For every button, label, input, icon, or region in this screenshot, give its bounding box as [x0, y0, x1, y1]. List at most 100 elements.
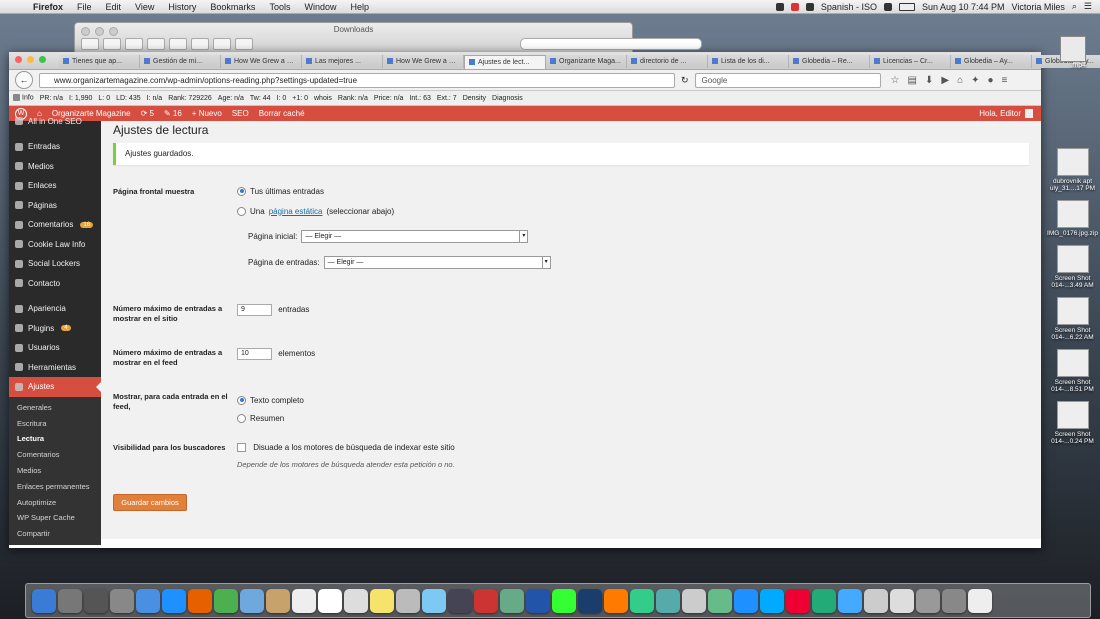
close-icon[interactable]: [15, 56, 22, 63]
sidebar-item-ajustes[interactable]: Ajustes: [9, 377, 101, 397]
seo-info[interactable]: Info: [13, 94, 34, 102]
desktop-file-icon[interactable]: [1060, 36, 1086, 62]
clear-cache-link[interactable]: Borrar caché: [259, 109, 305, 118]
dreamweaver-icon[interactable]: [552, 588, 576, 613]
app-store-icon[interactable]: [136, 588, 160, 613]
battery-icon[interactable]: [898, 2, 915, 11]
menu-app[interactable]: Firefox: [26, 2, 70, 12]
sidebar-item-enlaces[interactable]: Enlaces: [9, 176, 101, 196]
xcode-icon[interactable]: [526, 588, 550, 613]
radio-button-checked[interactable]: [237, 395, 246, 405]
photo-booth-icon[interactable]: [474, 588, 498, 613]
posts-page-select[interactable]: — Elegir — ▾: [323, 256, 551, 269]
submenu-item-enlaces-permanentes[interactable]: Enlaces permanentes: [9, 478, 101, 494]
illustrator-icon[interactable]: [604, 588, 628, 613]
home-icon[interactable]: ⌂: [957, 75, 963, 86]
updates-item[interactable]: ⟳ 5: [141, 109, 154, 118]
menu-history[interactable]: History: [161, 2, 203, 12]
radio-latest-posts[interactable]: Tus últimas entradas: [237, 183, 1029, 199]
addon-icon[interactable]: ✦: [971, 75, 979, 86]
sidebar-item-aioseo[interactable]: All in One SEO: [9, 117, 101, 129]
sidebar-item-plugins[interactable]: Plugins 4: [9, 319, 101, 339]
seo-int[interactable]: Int.: 63: [409, 95, 430, 102]
network-icon[interactable]: [838, 588, 862, 613]
seo-pr[interactable]: PR: n/a: [40, 95, 63, 102]
word-icon[interactable]: [708, 588, 732, 613]
radio-button[interactable]: [237, 413, 246, 423]
column-view-icon[interactable]: [169, 38, 187, 50]
messages-icon[interactable]: [422, 588, 446, 613]
photos-icon[interactable]: [396, 588, 420, 613]
facetime-icon[interactable]: [448, 588, 472, 613]
submenu-item-generales[interactable]: Generales: [9, 400, 101, 416]
back-icon[interactable]: [81, 38, 99, 50]
radio-button-checked[interactable]: [237, 186, 246, 196]
back-button[interactable]: ←: [15, 71, 33, 89]
sidebar-item-social-lockers[interactable]: Social Lockers: [9, 254, 101, 274]
submenu-item-escritura[interactable]: Escritura: [9, 415, 101, 431]
sidebar-item-medios[interactable]: Medios: [9, 157, 101, 177]
iphoto-icon[interactable]: [500, 588, 524, 613]
photoshop-icon[interactable]: [578, 588, 602, 613]
feed-items-input[interactable]: 10: [237, 348, 272, 360]
notification-center-icon[interactable]: ☰: [1084, 1, 1092, 12]
menu-window[interactable]: Window: [297, 2, 343, 12]
clock[interactable]: Sun Aug 10 7:44 PM: [922, 2, 1005, 12]
sidebar-item-herramientas[interactable]: Herramientas: [9, 358, 101, 378]
tab[interactable]: Gestión de mi...: [140, 55, 221, 68]
posts-per-page-input[interactable]: 9: [237, 304, 272, 316]
sidebar-item-páginas[interactable]: Páginas: [9, 196, 101, 216]
discourage-search-checkbox-row[interactable]: Disuade a los motores de búsqueda de ind…: [237, 443, 1029, 453]
menu-icon[interactable]: ≡: [1002, 75, 1008, 86]
outlook-icon[interactable]: [786, 588, 810, 613]
youtube-icon[interactable]: ▶: [941, 75, 949, 86]
bookmark-star-icon[interactable]: ☆: [891, 75, 900, 86]
seo-in[interactable]: I: n/a: [147, 95, 163, 102]
search-bar[interactable]: Google: [694, 72, 881, 88]
desktop-item[interactable]: dubrovnik apt uly_31....17 PM: [1045, 148, 1100, 192]
desktop-item[interactable]: Screen Shot 014-...3.49 AM: [1045, 245, 1100, 289]
discourage-search-checkbox[interactable]: [237, 443, 246, 453]
utilities-icon[interactable]: [864, 588, 888, 613]
screen-sharing-icon[interactable]: [916, 588, 940, 613]
radio-static-page[interactable]: Una página estática (seleccionar abajo): [237, 203, 1029, 219]
sidebar-item-apariencia[interactable]: Apariencia: [9, 299, 101, 319]
dropbox-icon[interactable]: [775, 2, 784, 11]
tab[interactable]: Globedia – Ay...: [951, 55, 1032, 68]
download-icon[interactable]: ⬇: [925, 75, 933, 86]
account-menu[interactable]: Hola, Editor: [979, 109, 1033, 118]
forward-icon[interactable]: [103, 38, 121, 50]
launchpad-icon[interactable]: [58, 588, 82, 613]
menu-file[interactable]: File: [70, 2, 99, 12]
excel-icon[interactable]: [760, 588, 784, 613]
submenu-item-lectura[interactable]: Lectura: [9, 431, 101, 447]
seo-price[interactable]: Price: n/a: [374, 95, 404, 102]
menu-view[interactable]: View: [128, 2, 161, 12]
calendar-icon[interactable]: [318, 588, 342, 613]
desktop-item[interactable]: IMG_0176.jpg.zip: [1045, 200, 1100, 237]
submenu-item-medios[interactable]: Medios: [9, 463, 101, 479]
safari-icon[interactable]: [162, 588, 186, 613]
reload-icon[interactable]: ↻: [681, 75, 689, 86]
user-name[interactable]: Victoria Miles: [1012, 2, 1065, 12]
reminders-icon[interactable]: [344, 588, 368, 613]
radio-button[interactable]: [237, 206, 246, 216]
gear-icon[interactable]: [213, 38, 231, 50]
comments-item[interactable]: ✎ 16: [164, 109, 182, 118]
tab[interactable]: Las mejores ...: [302, 55, 383, 68]
pinterest-icon[interactable]: ●: [988, 75, 994, 86]
sidebar-item-contacto[interactable]: Contacto: [9, 274, 101, 294]
menu-edit[interactable]: Edit: [99, 2, 129, 12]
finder-search-input[interactable]: [520, 38, 702, 50]
seo-menu[interactable]: SEO: [232, 109, 249, 118]
sidebar-item-usuarios[interactable]: Usuarios: [9, 338, 101, 358]
mission-control-icon[interactable]: [84, 588, 108, 613]
seo-diagnosis[interactable]: Diagnosis: [492, 95, 523, 102]
wifi-icon[interactable]: [805, 2, 814, 11]
list-view-icon[interactable]: [147, 38, 165, 50]
calculator-icon[interactable]: [812, 588, 836, 613]
volume-icon[interactable]: [883, 2, 892, 11]
seo-whois[interactable]: whois: [314, 95, 332, 102]
zoom-icon[interactable]: [39, 56, 46, 63]
seo-age[interactable]: Age: n/a: [218, 95, 244, 102]
